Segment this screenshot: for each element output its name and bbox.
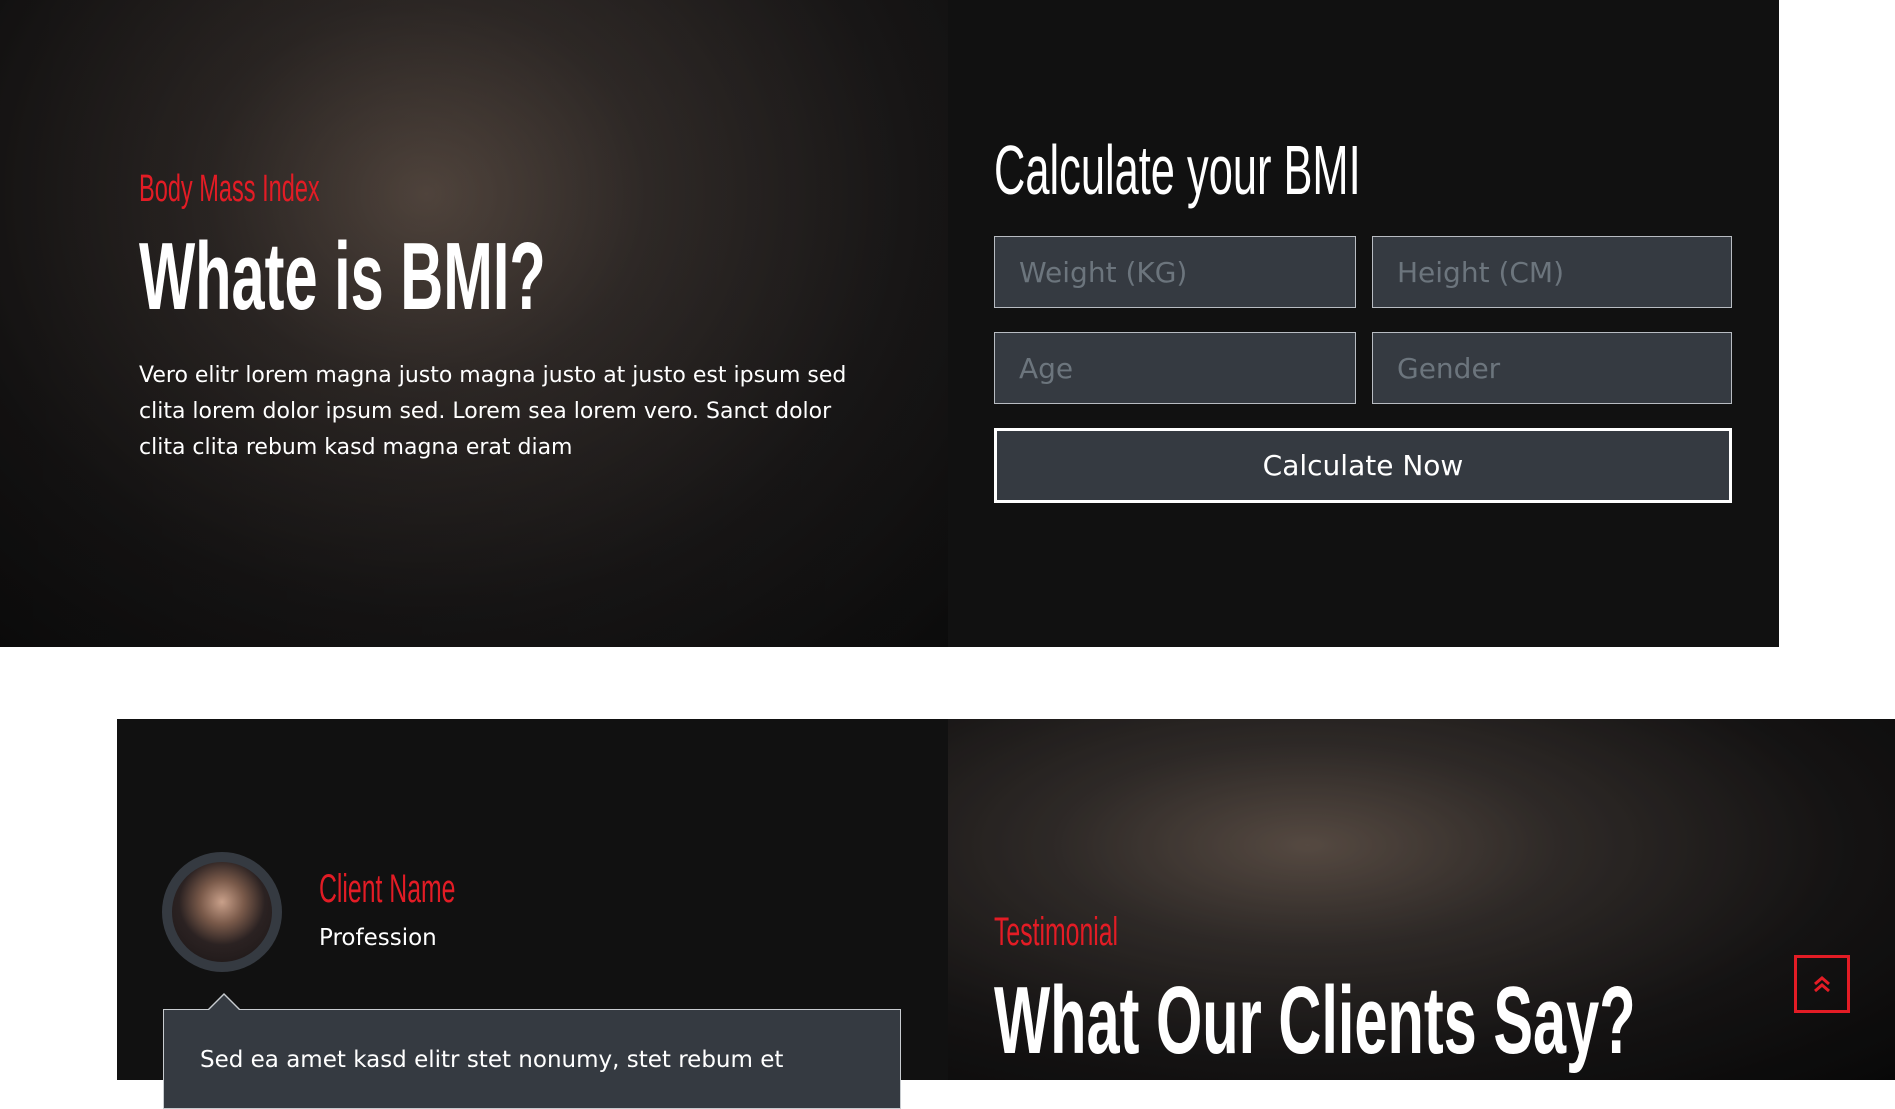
quote-text: Sed ea amet kasd elitr stet nonumy, stet…: [200, 1047, 784, 1073]
testimonial-title: What Our Clients Say?: [994, 967, 1636, 1074]
gender-input[interactable]: Gender: [1372, 332, 1732, 404]
client-avatar: [162, 852, 282, 972]
age-input[interactable]: Age: [994, 332, 1356, 404]
double-chevron-up-icon: [1814, 976, 1830, 993]
calculate-now-button[interactable]: Calculate Now: [994, 428, 1732, 503]
bmi-description: Vero elitr lorem magna justo magna justo…: [139, 363, 847, 460]
calculator-title: Calculate your BMI: [994, 131, 1361, 209]
height-input[interactable]: Height (CM): [1372, 236, 1732, 308]
client-name: Client Name: [319, 867, 456, 911]
bmi-title: Whate is BMI?: [139, 223, 546, 330]
back-to-top-button[interactable]: [1794, 955, 1850, 1013]
testimonial-label: Testimonial: [994, 910, 1119, 954]
client-profession: Profession: [319, 925, 437, 951]
testimonial-panel: Client Name Profession Sed ea amet kasd …: [117, 719, 948, 1109]
bmi-subtitle: Body Mass Index: [139, 168, 320, 210]
weight-input[interactable]: Weight (KG): [994, 236, 1356, 308]
bmi-calculator: Calculate your BMI Weight (KG) Height (C…: [948, 0, 1779, 647]
